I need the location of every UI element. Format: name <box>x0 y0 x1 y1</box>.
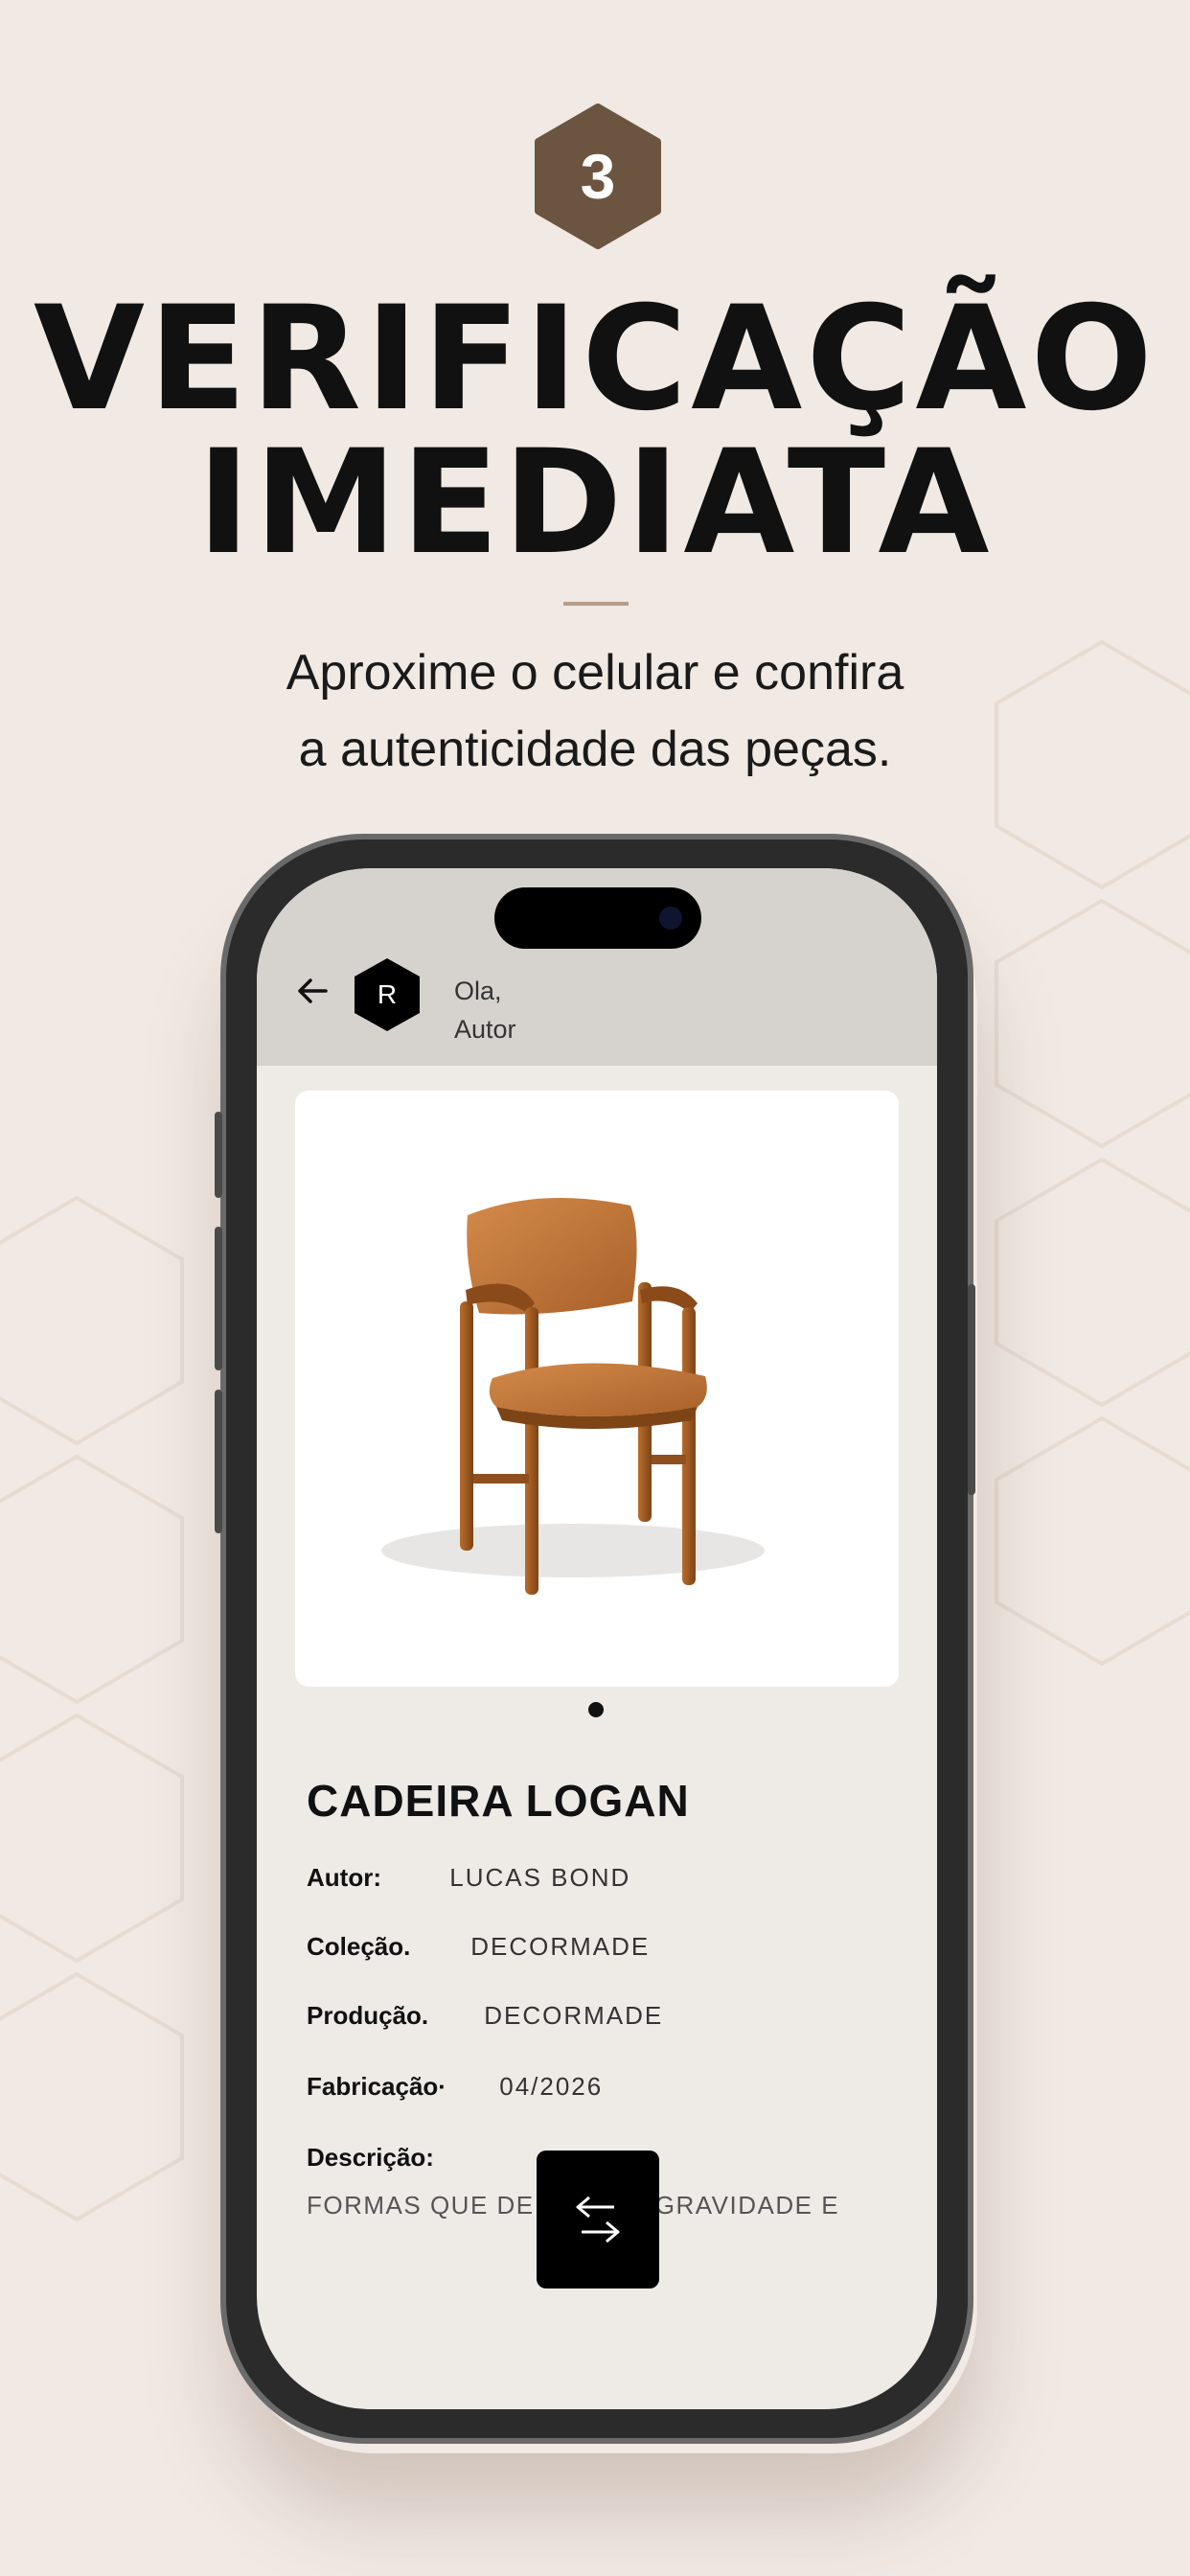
subtitle-line-1: Aproxime o celular e confira <box>286 645 904 701</box>
greeting: Ola, Autor <box>454 972 516 1048</box>
title-divider <box>563 602 629 606</box>
description-label: Descrição: <box>307 2143 434 2172</box>
page-subtitle: Aproxime o celular e confira a autentici… <box>0 634 1190 788</box>
product-name: CADEIRA LOGAN <box>307 1776 690 1826</box>
spec-row-author: Autor: LUCAS BOND <box>307 1863 630 1893</box>
chair-image <box>381 1198 765 1595</box>
phone-volume-up <box>215 1227 222 1370</box>
step-number-badge: 3 <box>533 104 663 249</box>
spec-value: LUCAS BOND <box>449 1863 631 1892</box>
spec-value: DECORMADE <box>470 1932 651 1961</box>
arrow-left-icon[interactable] <box>295 974 330 1008</box>
spec-value: DECORMADE <box>484 2001 664 2030</box>
nfc-verify-button[interactable] <box>537 2150 659 2288</box>
subtitle-line-2: a autenticidade das peças. <box>298 722 892 777</box>
phone-screen: R Ola, Autor CADEIRA LOGAN Autor: LUCAS … <box>257 868 937 2409</box>
pager-dot[interactable] <box>588 1702 604 1717</box>
phone-side-button <box>215 1112 222 1198</box>
avatar[interactable]: R <box>353 956 422 1033</box>
spec-label: Fabricação· <box>307 2072 446 2101</box>
page-headline: VERIFICAÇÃO IMEDIATA <box>0 288 1190 575</box>
spec-label: Produção. <box>307 2001 429 2030</box>
avatar-letter: R <box>377 979 398 1009</box>
spec-value: 04/2026 <box>499 2072 604 2101</box>
greeting-line-2: Autor <box>454 1015 516 1044</box>
spec-row-manufacture: Fabricação· 04/2026 <box>307 2072 603 2102</box>
phone-power-button <box>968 1284 975 1495</box>
headline-line-1: VERIFICAÇÃO <box>33 276 1156 443</box>
spec-label: Coleção. <box>307 1932 411 1961</box>
headline-line-2: IMEDIATA <box>196 420 994 586</box>
product-image-card[interactable] <box>295 1091 899 1687</box>
spec-row-collection: Coleção. DECORMADE <box>307 1932 650 1962</box>
description-text-part-1: FORMAS QUE DE <box>307 2191 535 2220</box>
phone-volume-down <box>215 1390 222 1533</box>
description-text-part-2: A GRAVIDADE E <box>629 2191 840 2220</box>
swap-arrows-icon <box>576 2196 620 2243</box>
spec-row-production: Produção. DECORMADE <box>307 2001 663 2031</box>
step-number: 3 <box>580 141 616 212</box>
camera-icon <box>659 907 682 930</box>
spec-label: Autor: <box>307 1863 381 1892</box>
greeting-line-1: Ola, <box>454 977 502 1005</box>
